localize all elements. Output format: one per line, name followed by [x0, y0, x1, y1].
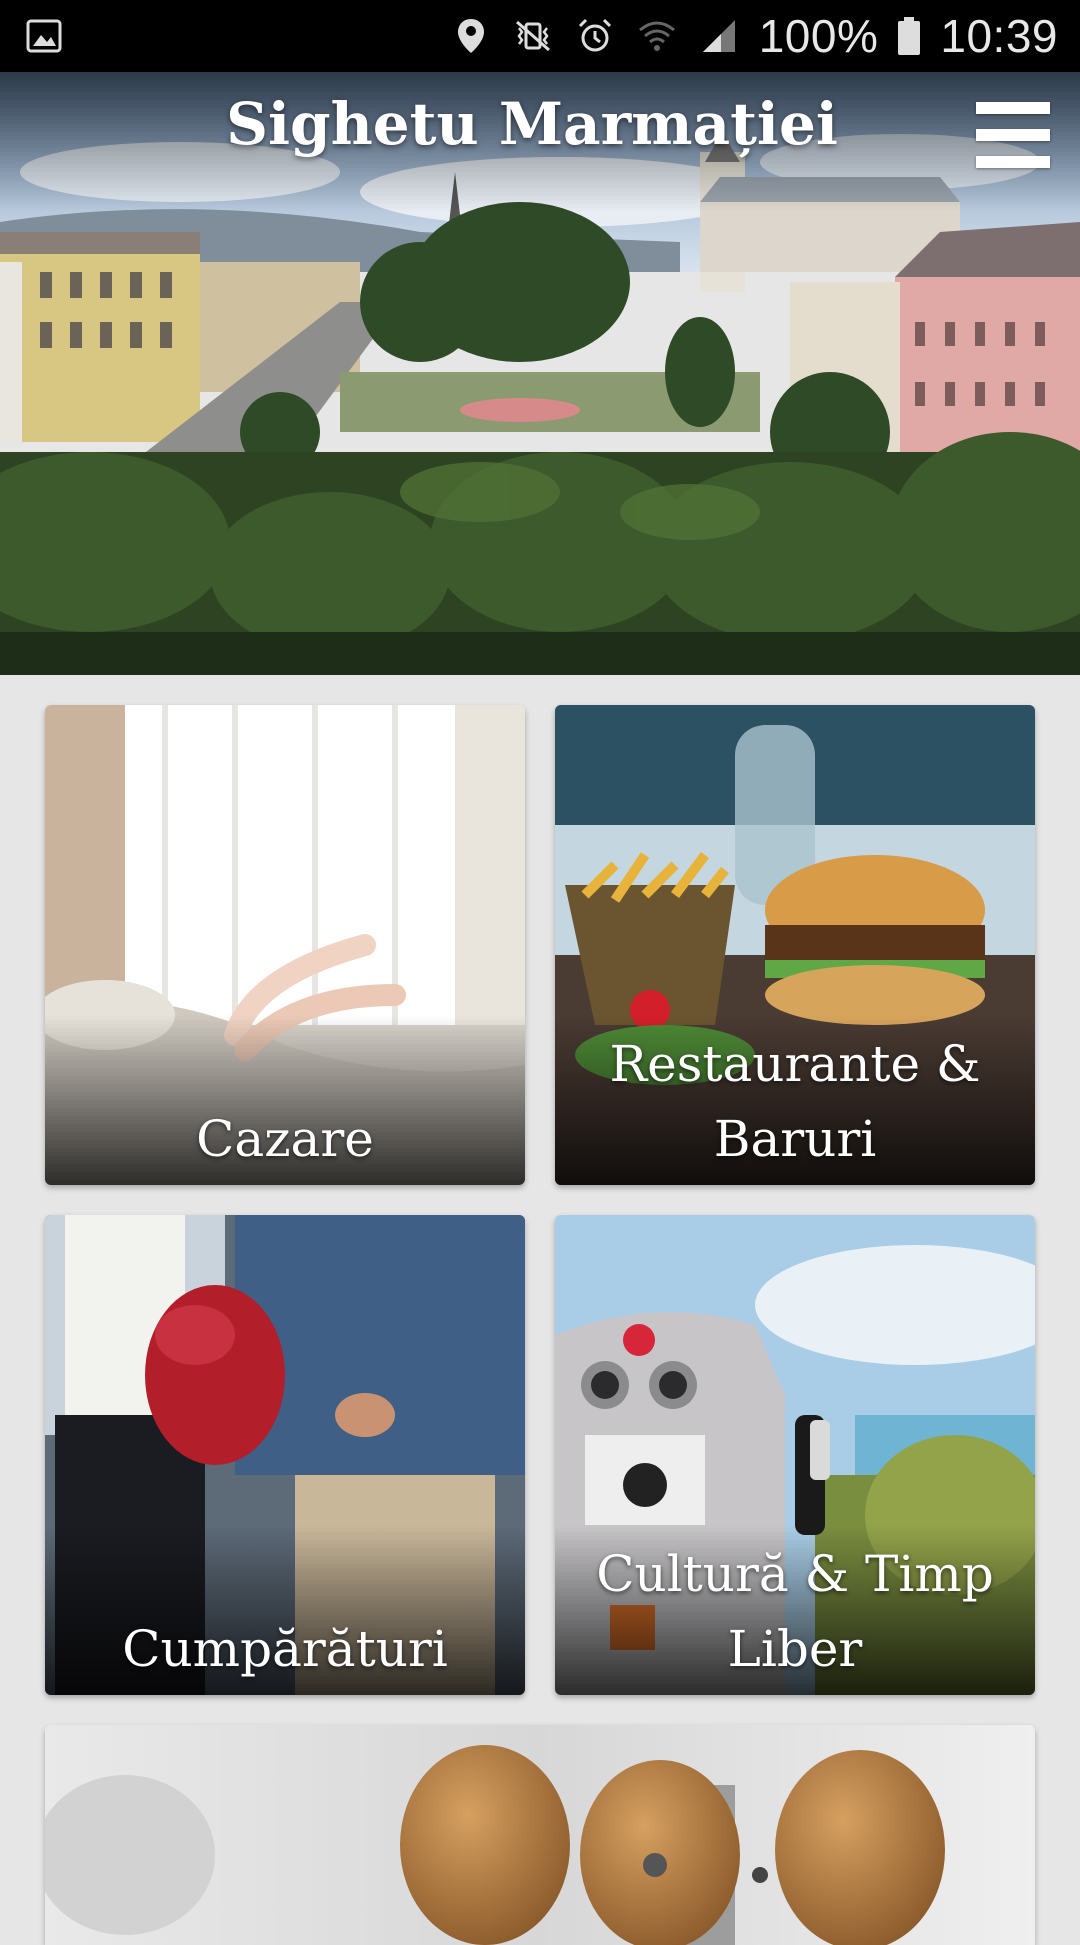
- hamburger-menu-icon[interactable]: [976, 102, 1050, 168]
- hero-banner: Sighetu Marmației: [0, 72, 1080, 675]
- stamps-photo: [45, 1725, 1035, 1945]
- category-label: Restaurante & Baruri: [609, 1035, 981, 1168]
- category-card-partial[interactable]: [45, 1725, 1035, 1945]
- signal-icon: [697, 14, 741, 58]
- battery-icon: [896, 14, 922, 58]
- category-card-restaurante[interactable]: Restaurante & Baruri: [555, 705, 1035, 1185]
- category-card-cultura[interactable]: Cultură & Timp Liber: [555, 1215, 1035, 1695]
- clock: 10:39: [940, 10, 1058, 62]
- status-bar: 100% 10:39: [0, 0, 1080, 72]
- category-card-cazare[interactable]: Cazare: [45, 705, 525, 1185]
- vibrate-icon: [511, 14, 555, 58]
- page-title: Sighetu Marmației: [226, 90, 838, 158]
- alarm-icon: [573, 14, 617, 58]
- wifi-icon: [635, 14, 679, 58]
- gallery-icon: [22, 14, 66, 58]
- category-label: Cumpărături: [122, 1620, 448, 1678]
- category-label: Cazare: [196, 1110, 374, 1168]
- location-icon: [449, 14, 493, 58]
- battery-percentage: 100%: [758, 10, 879, 62]
- category-card-cumparaturi[interactable]: Cumpărături: [45, 1215, 525, 1695]
- category-label: Cultură & Timp Liber: [596, 1545, 994, 1678]
